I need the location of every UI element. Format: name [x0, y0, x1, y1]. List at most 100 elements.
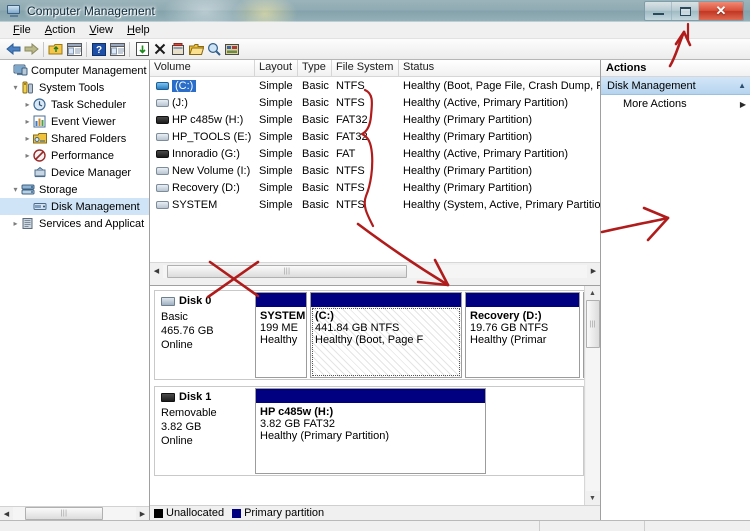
- tree-expander[interactable]: ▸: [22, 134, 33, 143]
- scroll-thumb[interactable]: |||: [167, 264, 407, 278]
- partition-hp-tools[interactable]: HP_TOOLS ( 3.97 GB FAT3 Healthy (Prin: [583, 292, 584, 378]
- partition-c[interactable]: (C:) 441.84 GB NTFS Healthy (Boot, Page …: [310, 292, 462, 378]
- scroll-right-button[interactable]: ▶: [136, 507, 149, 520]
- cell-status: Healthy (System, Active, Primary Partiti…: [403, 198, 600, 211]
- volume-list-horizontal-scrollbar[interactable]: ◀ ||| ▶: [150, 262, 600, 279]
- scroll-right-button[interactable]: ▶: [587, 264, 600, 278]
- menu-view[interactable]: View: [82, 23, 120, 37]
- forward-button[interactable]: [22, 40, 40, 58]
- table-row[interactable]: (C:) Simple Basic NTFS Healthy (Boot, Pa…: [150, 77, 600, 94]
- table-row[interactable]: SYSTEM Simple Basic NTFS Healthy (System…: [150, 196, 600, 213]
- cell-volume: New Volume (I:): [150, 165, 255, 177]
- scroll-left-button[interactable]: ◀: [0, 507, 13, 520]
- table-row[interactable]: New Volume (I:) Simple Basic NTFS Health…: [150, 162, 600, 179]
- disk-info[interactable]: Disk 1 Removable 3.82 GB Online: [154, 386, 254, 476]
- storage-icon: [21, 183, 37, 197]
- tree-item-device-manager[interactable]: Device Manager: [0, 164, 149, 181]
- column-header-status[interactable]: Status: [399, 60, 600, 76]
- table-row[interactable]: (J:) Simple Basic NTFS Healthy (Active, …: [150, 94, 600, 111]
- volume-name: HP c485w (H:): [172, 113, 244, 126]
- properties-button[interactable]: [169, 40, 187, 58]
- open-button[interactable]: [187, 40, 205, 58]
- scroll-track[interactable]: |||: [585, 300, 600, 491]
- scroll-thumb[interactable]: |||: [25, 507, 103, 520]
- action-more-actions[interactable]: More Actions ▶: [601, 95, 750, 113]
- tree-expander[interactable]: ▸: [22, 151, 33, 160]
- scroll-up-button[interactable]: ▲: [586, 286, 600, 300]
- tree-item-performance[interactable]: ▸ Performance: [0, 147, 149, 164]
- tree-item-event-viewer[interactable]: ▸ Event Viewer: [0, 113, 149, 130]
- actions-group-disk-management[interactable]: Disk Management ▲: [601, 77, 750, 95]
- tree-item-label: Shared Folders: [51, 132, 127, 145]
- disk-name: Disk 1: [179, 391, 212, 403]
- column-header-volume[interactable]: Volume: [150, 60, 255, 76]
- volume-name: Recovery (D:): [172, 181, 240, 194]
- partition-color-bar: [256, 389, 485, 403]
- tree-item-label: Services and Applicat: [39, 217, 145, 230]
- minimize-button[interactable]: [645, 2, 672, 20]
- scroll-track[interactable]: |||: [163, 264, 587, 278]
- menu-action[interactable]: Action: [38, 23, 83, 37]
- tree-expander[interactable]: ▸: [22, 100, 33, 109]
- cell-volume: (J:): [150, 97, 255, 109]
- cell-volume: SYSTEM: [150, 199, 255, 211]
- partition-hp-c485w[interactable]: HP c485w (H:) 3.82 GB FAT32 Healthy (Pri…: [255, 388, 486, 474]
- scroll-left-button[interactable]: ◀: [150, 264, 163, 278]
- volume-name: (C:): [172, 79, 197, 92]
- delete-button[interactable]: [151, 40, 169, 58]
- partition-body: (C:) 441.84 GB NTFS Healthy (Boot, Page …: [311, 307, 461, 377]
- volume-name: HP_TOOLS (E:): [172, 130, 252, 143]
- tree-item-system-tools[interactable]: ▾ System Tools: [0, 79, 149, 96]
- tree-item-services-and-applications[interactable]: ▸ Services and Applicat: [0, 215, 149, 232]
- table-row[interactable]: HP c485w (H:) Simple Basic FAT32 Healthy…: [150, 111, 600, 128]
- properties-pane-button[interactable]: [108, 40, 126, 58]
- cell-file-system: NTFS: [336, 96, 365, 109]
- removable-disk-icon: [161, 392, 175, 402]
- table-row[interactable]: HP_TOOLS (E:) Simple Basic FAT32 Healthy…: [150, 128, 600, 145]
- table-row[interactable]: Innoradio (G:) Simple Basic FAT Healthy …: [150, 145, 600, 162]
- all-tasks-button[interactable]: [223, 40, 241, 58]
- tree-item-storage[interactable]: ▾ Storage: [0, 181, 149, 198]
- partition-size: 441.84 GB NTFS: [315, 322, 400, 334]
- up-one-level-button[interactable]: [47, 40, 65, 58]
- close-icon: ✕: [715, 3, 727, 18]
- cell-layout: Simple: [259, 113, 293, 126]
- rescan-disks-button[interactable]: [205, 40, 223, 58]
- maximize-button[interactable]: [672, 2, 699, 20]
- refresh-button[interactable]: [133, 40, 151, 58]
- scroll-track[interactable]: |||: [13, 507, 136, 520]
- tree-expander[interactable]: ▸: [22, 117, 33, 126]
- menu-file[interactable]: File: [6, 23, 38, 37]
- partition-system[interactable]: SYSTEM 199 ME Healthy: [255, 292, 307, 378]
- disk-info[interactable]: Disk 0 Basic 465.76 GB Online: [154, 290, 254, 380]
- toolbar-separator-2: [86, 41, 87, 57]
- show-hide-console-tree-button[interactable]: [65, 40, 83, 58]
- scroll-down-button[interactable]: ▼: [586, 491, 600, 505]
- partition-recovery[interactable]: Recovery (D:) 19.76 GB NTFS Healthy (Pri…: [465, 292, 580, 378]
- tree-expander[interactable]: ▾: [10, 185, 21, 194]
- cell-file-system: NTFS: [336, 181, 365, 194]
- tree-expander[interactable]: ▸: [10, 219, 21, 228]
- menu-help[interactable]: Help: [120, 23, 157, 37]
- tree-horizontal-scrollbar[interactable]: ◀ ||| ▶: [0, 506, 149, 520]
- cell-type: Basic: [302, 198, 329, 211]
- tree-item-task-scheduler[interactable]: ▸ Task Scheduler: [0, 96, 149, 113]
- column-header-file-system[interactable]: File System: [332, 60, 399, 76]
- action-label: More Actions: [623, 98, 687, 110]
- chevron-up-icon[interactable]: ▲: [738, 81, 746, 90]
- disk-view-vertical-scrollbar[interactable]: ▲ ||| ▼: [584, 286, 600, 505]
- close-button[interactable]: ✕: [699, 2, 743, 20]
- column-header-type[interactable]: Type: [298, 60, 332, 76]
- scroll-thumb[interactable]: |||: [585, 300, 600, 348]
- tree-item-disk-management[interactable]: Disk Management: [0, 198, 149, 215]
- tree-item-shared-folders[interactable]: ▸ Shared Folders: [0, 130, 149, 147]
- legend-item-unallocated: Unallocated: [154, 507, 224, 519]
- window-titlebar[interactable]: Computer Management ✕: [0, 0, 750, 22]
- tree-item-computer-management[interactable]: Computer Management: [0, 62, 149, 79]
- help-button[interactable]: ?: [90, 40, 108, 58]
- tree-expander[interactable]: ▾: [10, 83, 21, 92]
- table-row[interactable]: Recovery (D:) Simple Basic NTFS Healthy …: [150, 179, 600, 196]
- column-header-layout[interactable]: Layout: [255, 60, 298, 76]
- disk-list: Disk 0 Basic 465.76 GB Online SYSTEM 199…: [150, 286, 584, 505]
- back-button[interactable]: [4, 40, 22, 58]
